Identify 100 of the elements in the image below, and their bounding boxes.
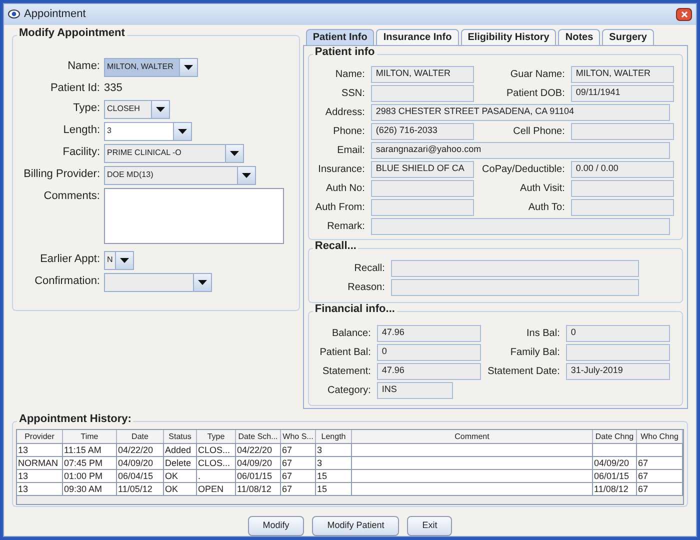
action-button[interactable]: Modify <box>248 516 304 536</box>
table-cell: 11/05/12 <box>117 482 164 495</box>
text-field[interactable]: 0 <box>566 324 670 342</box>
table-cell: 04/09/20 <box>117 456 164 469</box>
table-cell: 11:15 AM <box>63 444 117 456</box>
table-cell: 67 <box>281 456 316 469</box>
field-label: Length: <box>62 122 100 138</box>
text-field[interactable]: 31-July-2019 <box>566 362 670 380</box>
combo-box[interactable]: N <box>104 250 134 270</box>
field-label: Ins Bal: <box>526 326 561 341</box>
table-cell: 67 <box>281 470 316 482</box>
column-header: Comment <box>352 430 593 443</box>
table-cell: 09:30 AM <box>63 482 117 495</box>
field-label: Type: <box>72 100 100 116</box>
field-label: Remark: <box>326 220 366 234</box>
table-cell: 15 <box>316 482 352 495</box>
tab[interactable]: Insurance Info <box>376 28 459 45</box>
action-button[interactable]: Exit <box>407 516 452 536</box>
text-field[interactable] <box>370 180 474 197</box>
field-label: Balance: <box>330 326 372 341</box>
field-label: Reason: <box>346 280 386 295</box>
text-field[interactable]: (626) 716-2033 <box>370 122 474 140</box>
dropdown-button[interactable] <box>179 58 197 76</box>
caret-icon <box>198 280 207 285</box>
text-field[interactable] <box>370 198 474 216</box>
tab[interactable]: Patient Info <box>306 28 374 45</box>
column-header: Provider <box>17 430 63 443</box>
column-header: Who Chng <box>637 430 683 443</box>
field-label: Name: <box>334 68 366 82</box>
group-title: Financial info... <box>312 304 397 315</box>
table-cell: OPEN <box>197 482 236 495</box>
table-cell: CLOS... <box>197 456 236 469</box>
field-label: Category: <box>326 384 372 398</box>
column-header: Time <box>63 430 117 443</box>
table-cell: 04/22/20 <box>117 444 164 456</box>
column-header: Status <box>164 430 197 443</box>
dropdown-button[interactable] <box>115 252 133 269</box>
table-cell: 06/01/15 <box>593 470 637 482</box>
table-cell: 67 <box>637 456 683 469</box>
text-field[interactable]: 47.96 <box>376 324 481 342</box>
action-button[interactable]: Modify Patient <box>312 516 400 536</box>
tab[interactable]: Notes <box>558 28 600 45</box>
combo-box[interactable]: 3 <box>104 122 192 141</box>
table-cell: 3 <box>316 444 352 456</box>
table-cell: 67 <box>637 470 683 482</box>
text-field[interactable]: 0.00 / 0.00 <box>570 160 674 178</box>
group-title: Recall... <box>312 240 358 252</box>
table-cell: 15 <box>316 470 352 482</box>
table-cell: 04/09/20 <box>236 456 281 469</box>
table-cell: OK <box>164 470 197 482</box>
text-field[interactable]: MILTON, WALTER <box>570 66 674 83</box>
dropdown-button[interactable] <box>193 274 211 291</box>
field-label: Earlier Appt: <box>39 252 100 267</box>
dropdown-button[interactable] <box>173 122 191 140</box>
text-field[interactable]: sarangnazari@yahoo.com <box>370 142 670 159</box>
text-field[interactable]: INS <box>376 382 453 399</box>
text-field[interactable] <box>570 122 674 140</box>
caret-icon <box>156 106 165 112</box>
text-field[interactable]: 0 <box>376 344 481 361</box>
text-field[interactable] <box>570 180 674 197</box>
text-field[interactable] <box>390 260 639 277</box>
column-header: Date Sch... <box>236 430 281 443</box>
table-cell: 13 <box>17 482 63 495</box>
column-header: Length <box>316 430 352 443</box>
field-label: CoPay/Deductible: <box>481 162 566 177</box>
text-field[interactable] <box>370 84 474 102</box>
field-label: Confirmation: <box>34 274 100 289</box>
text-field[interactable]: 2983 CHESTER STREET PASADENA, CA 91104 <box>370 104 670 121</box>
text-field[interactable] <box>566 344 670 361</box>
dropdown-button[interactable] <box>237 166 255 184</box>
combo-box[interactable]: MILTON, WALTER <box>104 58 198 77</box>
tab[interactable]: Surgery <box>602 28 654 45</box>
text-field[interactable] <box>390 278 639 296</box>
group-title: Appointment History: <box>17 414 134 425</box>
text-field[interactable]: BLUE SHIELD OF CA <box>370 160 474 178</box>
combo-box[interactable]: DOE MD(13) <box>104 166 256 185</box>
text-field[interactable] <box>370 218 670 235</box>
tab[interactable]: Eligibility History <box>460 28 556 45</box>
text-field[interactable]: 09/11/1941 <box>570 84 674 102</box>
text-field[interactable]: 47.96 <box>376 362 481 380</box>
field-label: Recall: <box>353 262 386 276</box>
field-label: Guar Name: <box>509 68 566 82</box>
table-cell: NORMAN <box>17 456 63 469</box>
close-button[interactable] <box>676 8 692 21</box>
combo-box[interactable]: PRIME CLINICAL -O <box>104 144 244 163</box>
table-cell: OK <box>164 482 197 495</box>
dropdown-button[interactable] <box>151 100 169 118</box>
text-field[interactable]: MILTON, WALTER <box>370 66 474 83</box>
combo-box[interactable]: CLOSEH <box>104 100 170 119</box>
table-cell: 13 <box>17 470 63 482</box>
table-cell: 07:45 PM <box>63 456 117 469</box>
field-label: Cell Phone: <box>512 124 566 139</box>
caret-icon <box>178 128 187 134</box>
table-cell: 11/08/12 <box>236 482 281 495</box>
caret-icon <box>184 64 193 70</box>
dropdown-button[interactable] <box>225 144 243 162</box>
caret-icon <box>120 258 129 263</box>
table-cell: 04/09/20 <box>593 456 637 469</box>
text-field[interactable] <box>570 198 674 216</box>
column-header: Date <box>117 430 164 443</box>
